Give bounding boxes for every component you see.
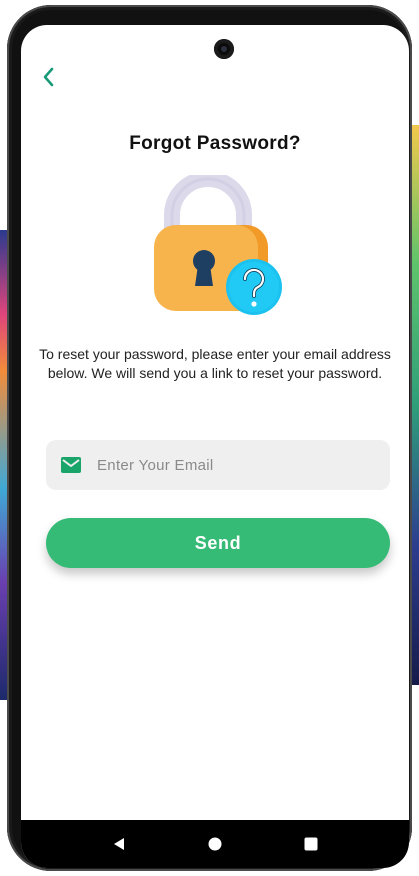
instructions-text: To reset your password, please enter you…: [39, 346, 391, 381]
front-camera: [214, 39, 234, 59]
mail-icon: [61, 457, 81, 473]
app-screen: Forgot Password? To reset your password,…: [21, 25, 409, 868]
phone-frame: Forgot Password? To reset your password,…: [7, 5, 412, 871]
email-input[interactable]: [97, 445, 347, 485]
nav-back-icon[interactable]: [107, 832, 131, 856]
send-button[interactable]: Send: [46, 518, 390, 568]
system-nav-bar: [21, 820, 409, 868]
email-field-container[interactable]: [46, 440, 390, 490]
page-title: Forgot Password?: [129, 133, 301, 154]
chevron-left-icon: [43, 67, 54, 87]
back-button[interactable]: [34, 63, 62, 91]
nav-recents-icon[interactable]: [299, 832, 323, 856]
padlock-question-icon: [154, 175, 282, 315]
nav-home-icon[interactable]: [203, 832, 227, 856]
